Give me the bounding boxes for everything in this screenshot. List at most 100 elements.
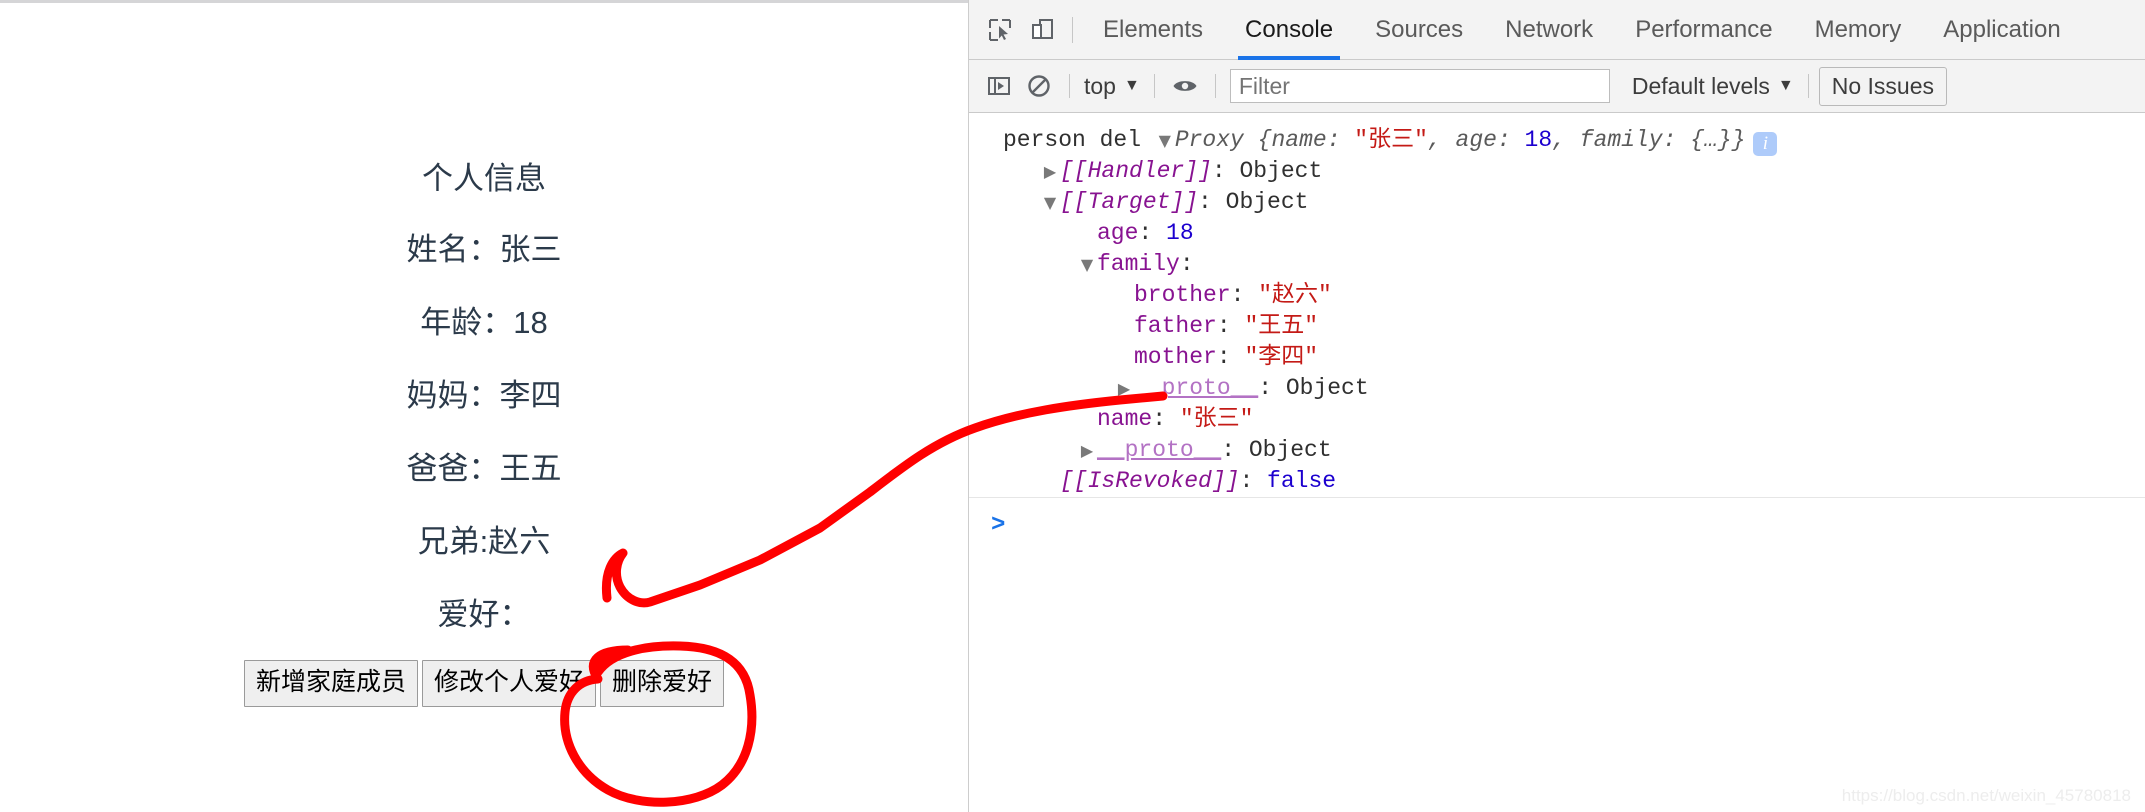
console-token: : {…}} (1662, 127, 1746, 153)
delete-hobby-button[interactable]: 删除爱好 (600, 660, 725, 707)
console-line[interactable]: ▶ __proto__: Object (969, 373, 2145, 404)
triangle-down-icon[interactable]: ▼ (1077, 249, 1097, 280)
console-line[interactable]: ▶father: "王五" (969, 311, 2145, 342)
page-viewport: 个人信息 姓名：张三 年龄：18 妈妈：李四 爸爸：王五 兄弟:赵六 爱好： 新… (0, 0, 968, 812)
log-levels-selector[interactable]: Default levels ▼ (1628, 73, 1798, 100)
clear-console-icon[interactable] (1019, 66, 1059, 106)
console-prompt-caret: > (991, 512, 1006, 539)
field-father: 爸爸：王五 (406, 451, 562, 486)
devtools-tabbar: Elements Console Sources Network Perform… (969, 0, 2145, 60)
eye-icon[interactable] (1165, 66, 1205, 106)
console-token: person del (1003, 127, 1155, 153)
console-token: family (1097, 251, 1180, 277)
console-token: "张三" (1179, 406, 1254, 432)
field-brother: 兄弟:赵六 (417, 524, 551, 559)
console-token: 18 (1524, 127, 1553, 153)
console-prompt-row[interactable]: > (969, 497, 2145, 558)
field-hobby: 爱好： (437, 597, 531, 632)
log-levels-label: Default levels (1631, 72, 1770, 99)
filterbar-divider-1 (1069, 74, 1070, 98)
console-token: Object (1285, 375, 1369, 401)
console-output[interactable]: person del ▼ Proxy {name: "张三", age: 18, … (969, 113, 2145, 812)
console-token: : (1221, 437, 1249, 463)
console-token: , (1552, 127, 1580, 153)
field-age: 年龄：18 (420, 305, 548, 340)
tab-sources[interactable]: Sources (1354, 0, 1484, 60)
execute-sidebar-icon[interactable] (979, 66, 1019, 106)
triangle-right-icon[interactable]: ▶ (1040, 156, 1060, 187)
console-token: : (1216, 313, 1245, 339)
console-token: : (1239, 468, 1268, 494)
chevron-down-icon: ▼ (1777, 77, 1794, 94)
console-line[interactable]: ▼ [[Target]]: Object (969, 187, 2145, 218)
console-token: __proto__ (1097, 437, 1222, 463)
tab-elements[interactable]: Elements (1082, 0, 1224, 60)
context-selector[interactable]: top ▼ (1080, 73, 1144, 100)
console-token: : (1179, 251, 1194, 277)
console-token: { (1257, 127, 1272, 153)
field-name: 姓名：张三 (406, 232, 562, 267)
console-token: brother (1134, 282, 1231, 308)
console-token: family (1579, 127, 1663, 153)
triangle-spacer: ▶ (1077, 218, 1097, 249)
console-token: "李四" (1244, 344, 1319, 370)
triangle-spacer: ▶ (1114, 280, 1134, 311)
console-token: : (1326, 127, 1355, 153)
tab-memory[interactable]: Memory (1794, 0, 1923, 60)
triangle-spacer: ▶ (1114, 311, 1134, 342)
console-token: Proxy (1174, 127, 1258, 153)
inspect-element-icon[interactable] (979, 9, 1021, 51)
console-line[interactable]: ▶age: 18 (969, 218, 2145, 249)
triangle-down-icon[interactable]: ▼ (1155, 125, 1175, 156)
info-icon[interactable]: i (1753, 132, 1778, 156)
console-token: [[Target]] (1060, 189, 1199, 215)
filter-input[interactable] (1229, 69, 1610, 103)
console-token: : (1216, 344, 1245, 370)
console-line[interactable]: ▶name: "张三" (969, 404, 2145, 435)
console-token: , (1427, 127, 1456, 153)
triangle-spacer: ▶ (1114, 342, 1134, 373)
context-selector-label: top (1084, 72, 1116, 99)
console-token: name (1271, 127, 1327, 153)
console-token: : (1258, 375, 1286, 401)
tab-network[interactable]: Network (1484, 0, 1614, 60)
console-token: : (1230, 282, 1259, 308)
watermark: https://blog.csdn.net/weixin_45780818 (1841, 786, 2131, 805)
edit-hobby-button[interactable]: 修改个人爱好 (421, 660, 596, 707)
device-toolbar-icon[interactable] (1021, 9, 1063, 51)
filterbar-divider-2 (1153, 74, 1155, 98)
console-token: : (1138, 220, 1167, 246)
console-token: [[IsRevoked]] (1060, 468, 1240, 494)
triangle-right-icon[interactable]: ▶ (1077, 435, 1097, 466)
console-filterbar: top ▼ Default levels ▼ No Issues (969, 60, 2145, 113)
triangle-down-icon[interactable]: ▼ (1040, 187, 1060, 218)
chevron-down-icon: ▼ (1123, 77, 1140, 94)
console-line[interactable]: person del ▼ Proxy {name: "张三", age: 18, … (969, 125, 2145, 156)
console-line[interactable]: ▶mother: "李四" (969, 342, 2145, 373)
console-token: [[Handler]] (1060, 158, 1212, 184)
console-line[interactable]: ▼ family: (969, 249, 2145, 280)
button-row: 新增家庭成员 修改个人爱好 删除爱好 (0, 660, 968, 707)
add-family-member-button[interactable]: 新增家庭成员 (243, 660, 418, 707)
no-issues-button[interactable]: No Issues (1818, 66, 1948, 106)
console-token: age (1097, 220, 1139, 246)
tab-console[interactable]: Console (1224, 0, 1354, 60)
console-token: __proto__ (1134, 375, 1259, 401)
console-token: : (1496, 127, 1525, 153)
field-mother: 妈妈：李四 (406, 378, 562, 413)
console-token: age (1455, 127, 1497, 153)
console-line[interactable]: ▶[[IsRevoked]]: false (969, 466, 2145, 497)
devtools-panel: Elements Console Sources Network Perform… (968, 0, 2145, 812)
triangle-spacer: ▶ (1040, 466, 1060, 497)
tab-performance[interactable]: Performance (1614, 0, 1793, 60)
console-token: mother (1134, 344, 1217, 370)
filterbar-divider-4 (1807, 74, 1809, 98)
console-token: 18 (1166, 220, 1194, 246)
console-token: false (1267, 468, 1337, 494)
tab-application[interactable]: Application (1922, 0, 2081, 60)
console-line[interactable]: ▶ [[Handler]]: Object (969, 156, 2145, 187)
console-line[interactable]: ▶ __proto__: Object (969, 435, 2145, 466)
console-token: : (1198, 189, 1226, 215)
console-line[interactable]: ▶brother: "赵六" (969, 280, 2145, 311)
triangle-right-icon[interactable]: ▶ (1114, 373, 1134, 404)
